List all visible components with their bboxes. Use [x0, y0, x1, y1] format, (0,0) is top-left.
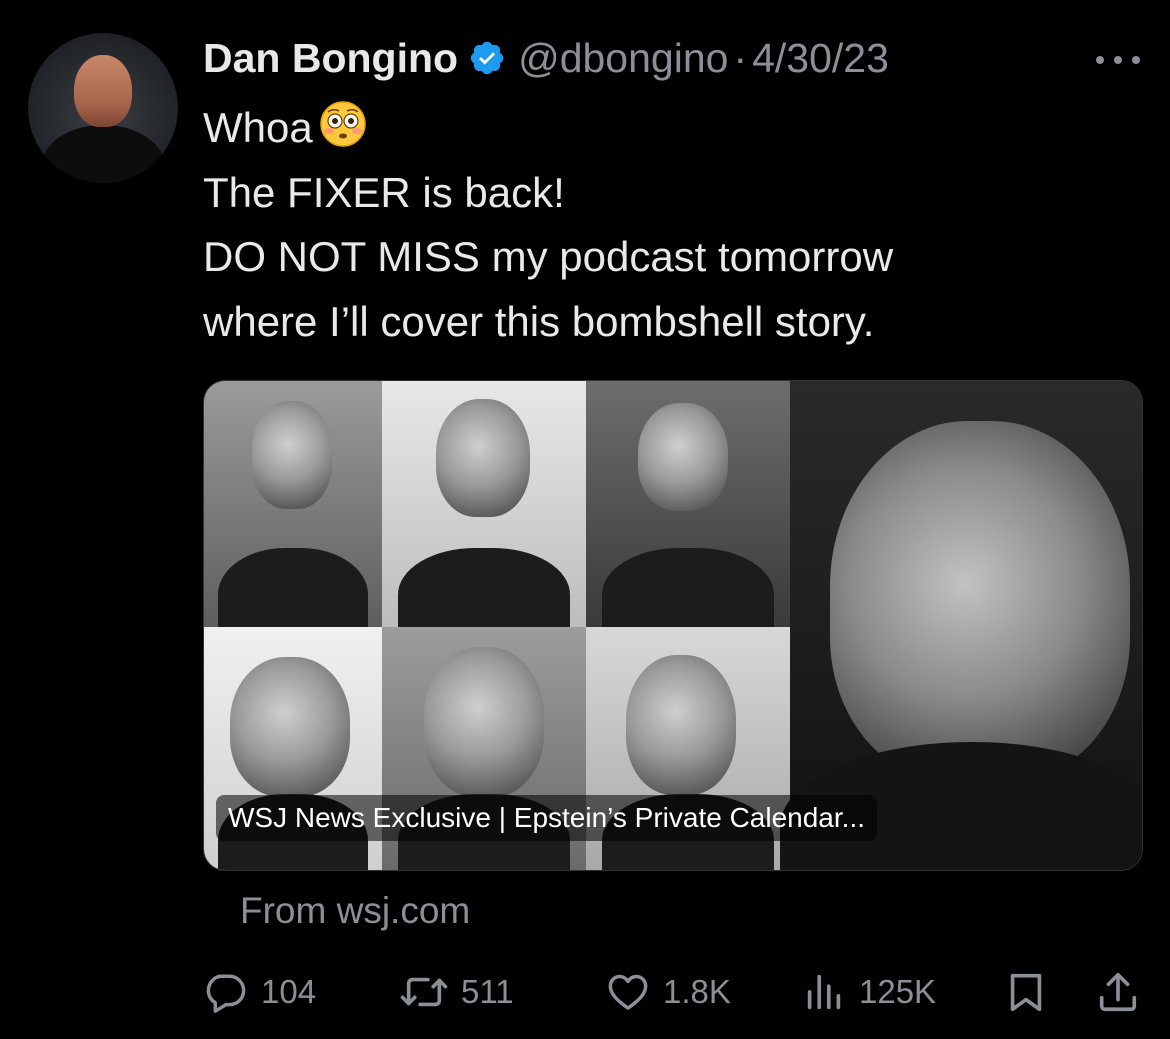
collage-photo [204, 381, 382, 627]
like-button[interactable]: 1.8K [605, 966, 731, 1018]
flushed-face-emoji-icon [319, 101, 366, 147]
portrait-face [830, 421, 1130, 781]
tweet-line-3: DO NOT MISS my podcast tomorrow [203, 233, 894, 280]
author-avatar[interactable] [28, 33, 178, 183]
verified-badge-icon[interactable] [468, 39, 506, 77]
collage-photo [382, 381, 586, 627]
portrait-body [398, 548, 570, 627]
views-count: 125K [859, 973, 937, 1010]
views-icon [807, 974, 841, 1010]
avatar-shirt [42, 125, 164, 183]
portrait-body [218, 548, 368, 627]
more-dot [1096, 56, 1104, 64]
bookmark-icon [1010, 973, 1042, 1012]
portrait-face [626, 655, 736, 795]
portrait-face [638, 403, 728, 511]
reply-icon [206, 974, 246, 1013]
link-card[interactable]: WSJ News Exclusive | Epstein’s Private C… [203, 380, 1143, 871]
portrait-body [602, 548, 774, 627]
tweet-line-text: Whoa [203, 104, 313, 151]
tweet-text: Whoa The FIXER is back! DO NOT MISS my p… [203, 96, 1123, 354]
retweet-button[interactable]: 511 [399, 966, 514, 1018]
author-name[interactable]: Dan Bongino [203, 35, 458, 82]
share-button[interactable] [1095, 966, 1141, 1018]
header-separator: · [733, 34, 748, 81]
more-dot [1132, 56, 1140, 64]
action-bar: 104 511 1.8K 125K [203, 966, 1143, 1018]
tweet-date[interactable]: 4/30/23 [752, 35, 889, 82]
views-button[interactable]: 125K [801, 966, 936, 1018]
like-count: 1.8K [663, 973, 731, 1010]
tweet-line-2: The FIXER is back! [203, 168, 565, 216]
tweet-line-4: where I’ll cover this bombshell story. [203, 297, 875, 345]
share-icon [1099, 972, 1137, 1012]
tweet-header: Dan Bongino @dbongino · 4/30/23 [203, 30, 889, 86]
portrait-face [436, 399, 530, 517]
tweet: Dan Bongino @dbongino · 4/30/23 Whoa The… [0, 0, 1170, 1039]
author-handle[interactable]: @dbongino [518, 35, 728, 82]
portrait-face [424, 647, 544, 797]
card-source[interactable]: From wsj.com [240, 890, 470, 932]
portrait-face [252, 401, 332, 509]
more-dot [1114, 56, 1122, 64]
bookmark-button[interactable] [1003, 966, 1049, 1018]
heart-icon [608, 974, 648, 1010]
retweet-count: 511 [461, 973, 514, 1010]
tweet-line-1: Whoa [203, 96, 1123, 161]
collage-photo [586, 381, 790, 627]
avatar-head [74, 55, 132, 127]
portrait-face [230, 657, 350, 797]
card-caption[interactable]: WSJ News Exclusive | Epstein’s Private C… [216, 795, 877, 841]
reply-count: 104 [261, 973, 317, 1010]
more-options-icon[interactable] [1096, 40, 1140, 80]
retweet-icon [400, 977, 448, 1007]
reply-button[interactable]: 104 [203, 966, 316, 1018]
